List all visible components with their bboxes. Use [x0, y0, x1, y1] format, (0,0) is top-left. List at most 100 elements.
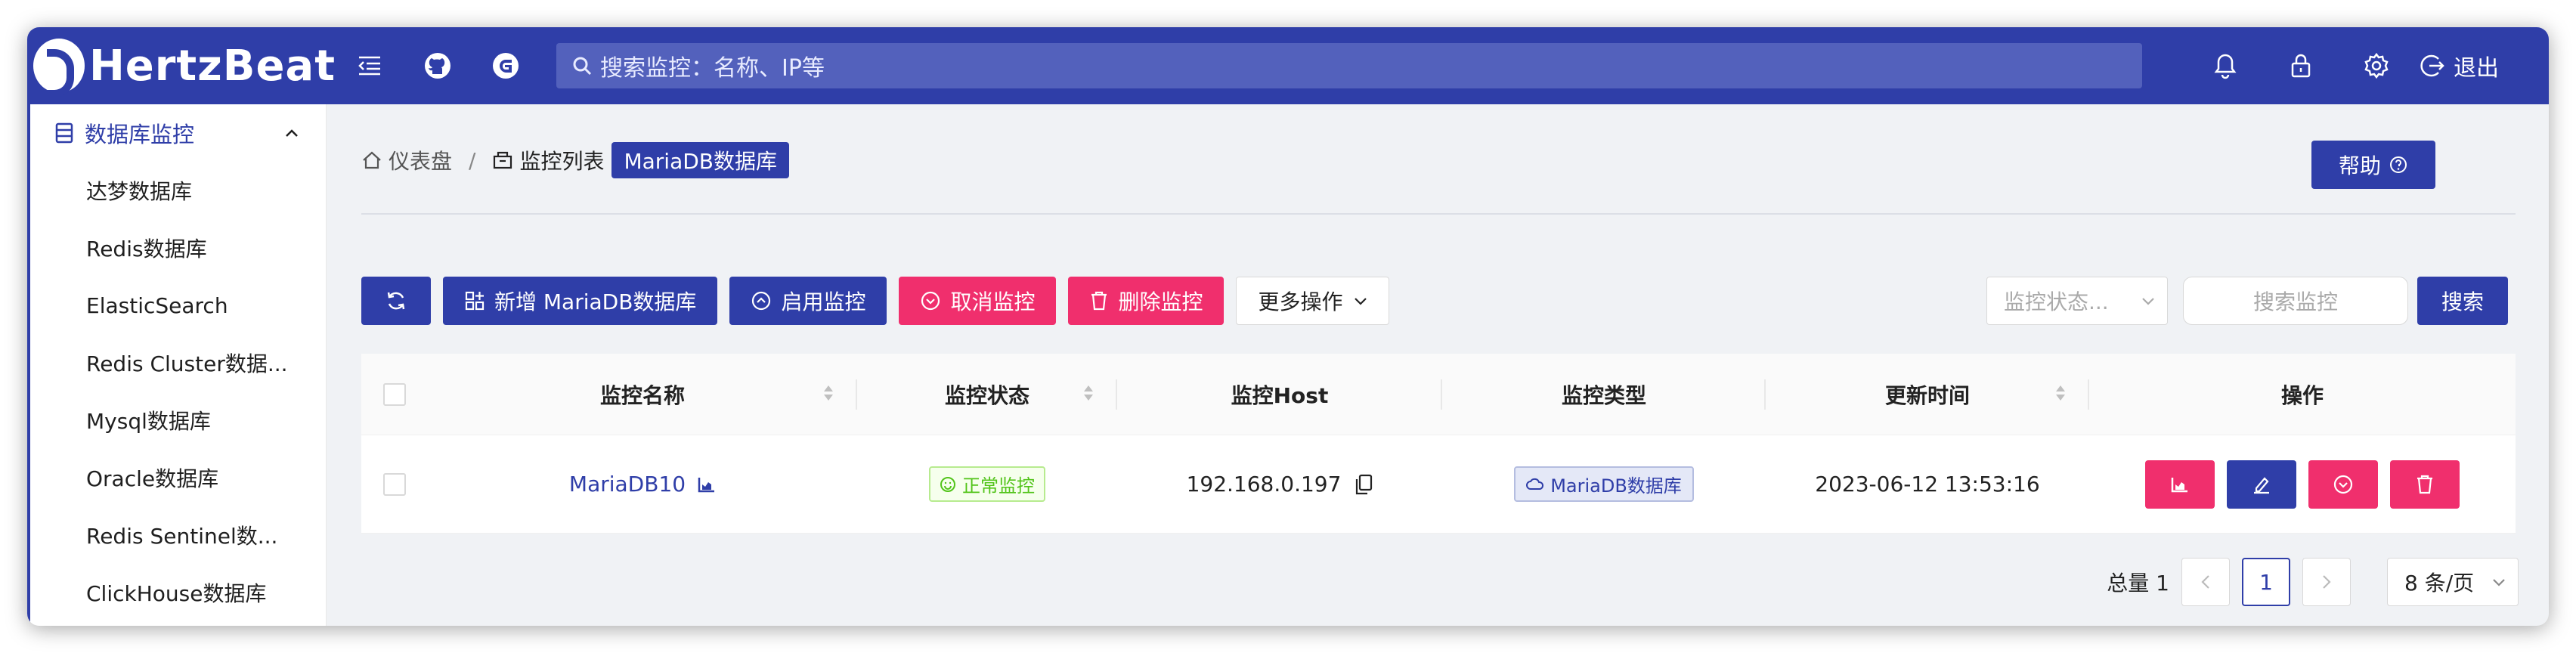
trash-icon	[2417, 475, 2432, 494]
page-number[interactable]: 1	[2242, 558, 2290, 606]
github-icon[interactable]	[404, 27, 472, 104]
monitor-name-link[interactable]: MariaDB10	[569, 472, 716, 497]
logo-mark-icon	[33, 39, 85, 97]
sidebar-item-mysql[interactable]: Mysql数据库	[27, 391, 326, 449]
edit-icon	[2254, 476, 2269, 494]
breadcrumb-home[interactable]: 仪表盘	[361, 145, 452, 175]
row-select-cell	[361, 435, 428, 533]
prev-page-button[interactable]	[2181, 558, 2230, 606]
refresh-icon	[387, 292, 405, 310]
header-host: 监控Host	[1117, 354, 1442, 435]
delete-monitor-label: 删除监控	[1118, 289, 1203, 314]
enable-monitor-button[interactable]: 启用监控	[729, 277, 887, 325]
smile-icon	[940, 476, 955, 492]
type-text: MariaDB数据库	[1550, 475, 1682, 497]
help-button[interactable]: 帮助	[2311, 141, 2435, 189]
gear-icon[interactable]	[2339, 27, 2414, 104]
help-label: 帮助	[2338, 153, 2381, 178]
chevron-up-icon[interactable]	[285, 128, 299, 138]
logout-icon	[2420, 54, 2444, 77]
header-type: 监控类型	[1442, 354, 1766, 435]
table-header: 监控名称 监控状态 监控Host 监控类型 更新时间 操作	[361, 354, 2516, 435]
copy-icon[interactable]	[1355, 474, 1373, 495]
breadcrumb-type-tag: MariaDB数据库	[611, 142, 790, 178]
breadcrumb-monitor-list[interactable]: 监控列表	[492, 145, 604, 175]
sort-icon[interactable]	[1082, 382, 1094, 404]
add-monitor-button[interactable]: 新增 MariaDB数据库	[443, 277, 718, 325]
more-actions-label: 更多操作	[1258, 289, 1343, 314]
header-updated[interactable]: 更新时间	[1766, 354, 2089, 435]
chevron-down-icon	[1354, 298, 1367, 305]
breadcrumb: 仪表盘 / 监控列表 MariaDB数据库	[361, 142, 790, 178]
monitor-name-text: MariaDB10	[568, 472, 686, 497]
row-type-cell: MariaDB数据库	[1442, 435, 1766, 533]
search-button[interactable]: 搜索	[2417, 277, 2508, 325]
gitee-icon[interactable]	[472, 27, 540, 104]
bar-chart-icon	[2171, 477, 2187, 492]
header-host-label: 监控Host	[1231, 382, 1329, 408]
sidebar-item-redis-sentinel[interactable]: Redis Sentinel数...	[27, 506, 326, 564]
sidebar-item-dm[interactable]: 达梦数据库	[27, 162, 326, 219]
sort-icon[interactable]	[822, 382, 834, 404]
sidebar-group-database[interactable]: 数据库监控	[27, 104, 326, 162]
sort-icon[interactable]	[2054, 382, 2067, 404]
lock-icon[interactable]	[2263, 27, 2339, 104]
host-text: 192.168.0.197	[1186, 472, 1342, 497]
header-actions-label: 操作	[2280, 382, 2324, 408]
appstore-add-icon	[465, 291, 485, 311]
question-circle-icon	[2390, 156, 2407, 173]
sidebar-item-oracle[interactable]: Oracle数据库	[27, 449, 326, 506]
refresh-button[interactable]	[361, 277, 431, 325]
chevron-right-icon	[2323, 575, 2331, 589]
cancel-row-monitor-button[interactable]	[2308, 460, 2378, 509]
toolbar: 新增 MariaDB数据库 启用监控 取消监控 删除监控 更多操作	[361, 277, 1401, 325]
more-actions-dropdown[interactable]: 更多操作	[1236, 277, 1389, 325]
logout-button[interactable]: 退出	[2419, 49, 2499, 82]
breadcrumb-home-label: 仪表盘	[389, 149, 453, 174]
next-page-button[interactable]	[2302, 558, 2351, 606]
header-name[interactable]: 监控名称	[428, 354, 857, 435]
pagination: 总量 1 1 8 条/页	[2107, 558, 2519, 606]
breadcrumb-separator: /	[469, 147, 476, 173]
header-actions: 操作	[2089, 354, 2516, 435]
brand-name: HertzBeat	[88, 41, 336, 91]
bell-icon[interactable]	[2187, 27, 2263, 104]
enable-monitor-label: 启用监控	[781, 289, 866, 314]
row-name-cell: MariaDB10	[428, 435, 857, 533]
type-badge: MariaDB数据库	[1514, 466, 1694, 502]
down-circle-icon	[921, 291, 940, 311]
chevron-left-icon	[2201, 575, 2209, 589]
cancel-monitor-button[interactable]: 取消监控	[899, 277, 1057, 325]
edit-button[interactable]	[2227, 460, 2296, 509]
logout-label: 退出	[2454, 55, 2499, 82]
total-count: 总量 1	[2107, 571, 2169, 596]
sidebar-item-redis[interactable]: Redis数据库	[27, 219, 326, 277]
home-icon	[363, 151, 381, 169]
monitor-list-icon	[494, 151, 512, 169]
collapse-menu-icon[interactable]	[336, 27, 404, 104]
cancel-monitor-label: 取消监控	[950, 289, 1036, 314]
keyword-search-input[interactable]: 搜索监控	[2183, 277, 2408, 325]
logo[interactable]: HertzBeat	[33, 39, 336, 97]
trash-icon	[1091, 291, 1107, 311]
sidebar-item-clickhouse[interactable]: ClickHouse数据库	[27, 564, 326, 621]
area-chart-icon[interactable]	[698, 476, 716, 493]
sidebar-item-elasticsearch[interactable]: ElasticSearch	[27, 277, 326, 334]
sidebar-group-label: 数据库监控	[85, 122, 195, 147]
delete-row-button[interactable]	[2390, 460, 2460, 509]
database-icon	[55, 122, 73, 144]
app-window: HertzBeat 搜索监控：名称、IP等 退出 数据库监控 达梦数据库 Red…	[27, 27, 2549, 626]
select-all-checkbox[interactable]	[383, 382, 406, 406]
sidebar-item-redis-cluster[interactable]: Redis Cluster数据...	[27, 334, 326, 391]
delete-monitor-button[interactable]: 删除监控	[1068, 277, 1225, 325]
status-badge: 正常监控	[929, 466, 1045, 502]
row-status-cell: 正常监控	[857, 435, 1117, 533]
search-placeholder: 搜索监控：名称、IP等	[600, 55, 825, 82]
status-filter-select[interactable]: 监控状态...	[1986, 277, 2168, 325]
row-checkbox[interactable]	[383, 472, 406, 496]
top-header: HertzBeat 搜索监控：名称、IP等 退出	[27, 27, 2549, 104]
global-search-input[interactable]: 搜索监控：名称、IP等	[556, 43, 2142, 88]
header-status[interactable]: 监控状态	[857, 354, 1117, 435]
page-size-select[interactable]: 8 条/页	[2387, 558, 2519, 606]
view-chart-button[interactable]	[2145, 460, 2215, 509]
